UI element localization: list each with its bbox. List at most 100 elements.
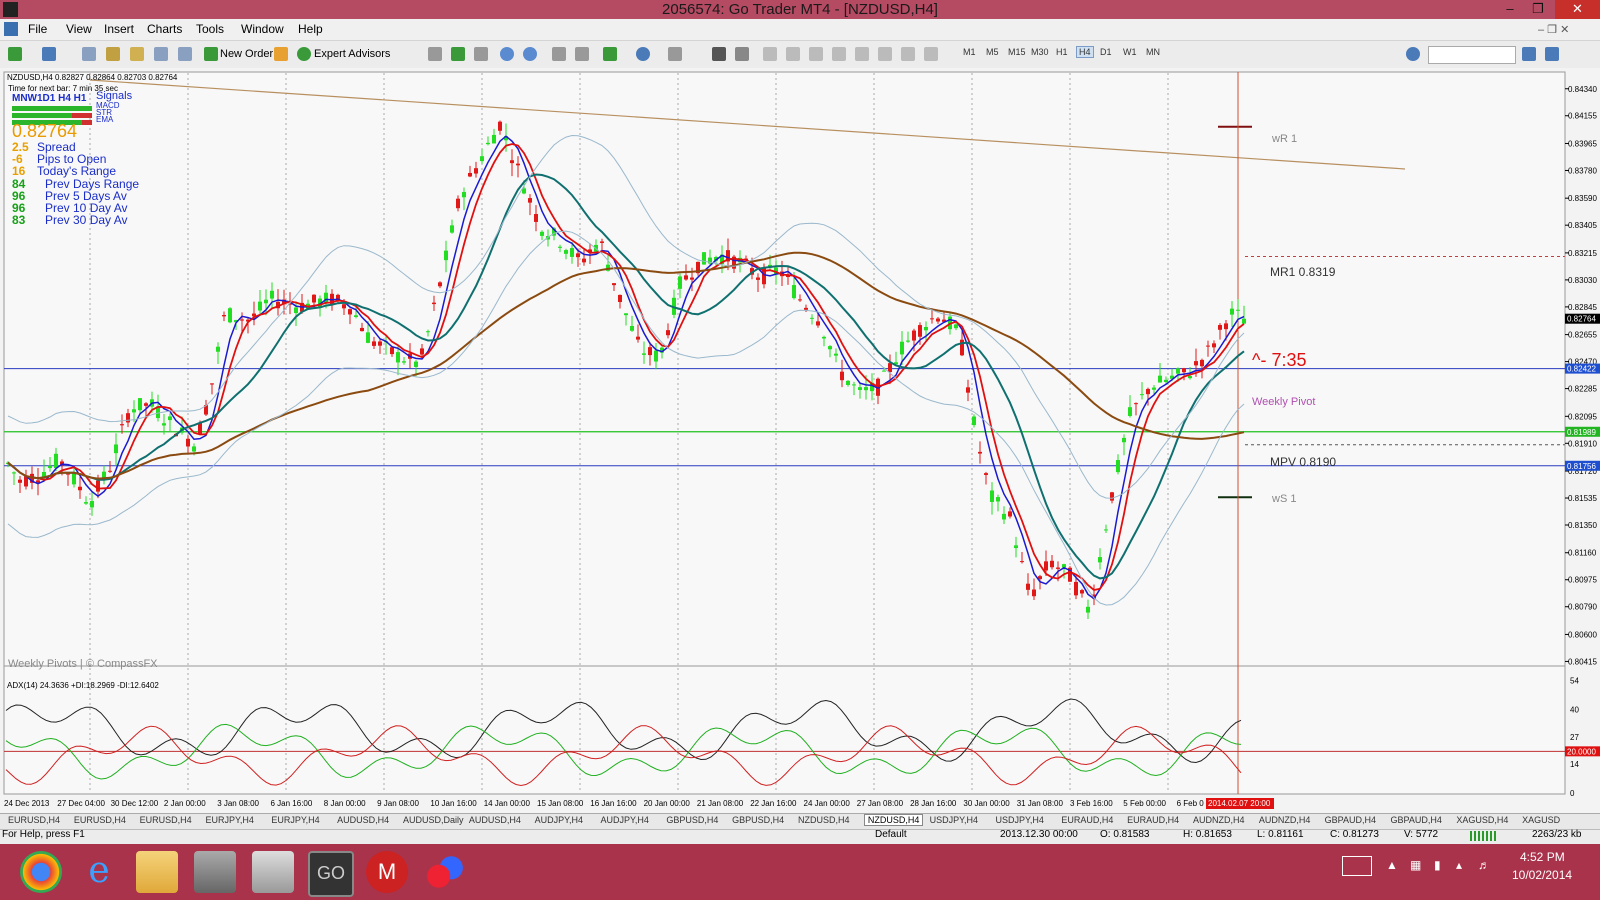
timeframe-m30[interactable]: M30 [1031,47,1049,57]
symbol-tab[interactable]: EURUSD,H4 [140,815,192,825]
symbol-tab[interactable]: AUDNZD,H4 [1259,815,1311,825]
printer-icon[interactable] [194,851,236,893]
new-chart-icon[interactable] [8,47,22,61]
symbol-tab[interactable]: USDJPY,H4 [930,815,978,825]
channel-icon[interactable] [832,47,846,61]
search-icon[interactable] [1522,47,1536,61]
strategy-tester-icon[interactable] [154,47,168,61]
timeframe-m1[interactable]: M1 [963,47,976,57]
text-icon[interactable] [878,47,892,61]
fibonacci-icon[interactable] [855,47,869,61]
folder-icon[interactable] [136,851,178,893]
app-icon[interactable] [424,851,466,893]
search-input[interactable] [1428,46,1516,64]
expert-advisors-icon[interactable] [297,47,311,61]
zoom-out-icon[interactable] [523,47,537,61]
symbol-tab[interactable]: EURUSD,H4 [8,815,60,825]
maximize-button[interactable]: ❐ [1524,0,1552,19]
clock-date[interactable]: 10/02/2014 [1512,868,1572,882]
crosshair-icon[interactable] [735,47,749,61]
expert-advisors-button[interactable]: Expert Advisors [314,46,390,62]
menu-view[interactable]: View [66,22,92,36]
symbol-tab[interactable]: AUDUSD,Daily [403,815,464,825]
timeframe-d1[interactable]: D1 [1100,47,1112,57]
symbol-tab[interactable]: NZDUSD,H4 [863,814,924,826]
symbol-tab[interactable]: GBPAUD,H4 [1391,815,1442,825]
menu-help[interactable]: Help [298,22,323,36]
new-order-button[interactable]: New Order [220,46,273,62]
trendline-icon[interactable] [809,47,823,61]
symbol-tab[interactable]: AUDUSD,H4 [337,815,389,825]
close-button[interactable]: ✕ [1555,0,1600,19]
cursor-icon[interactable] [712,47,726,61]
symbol-tab[interactable]: EURUSD,H4 [74,815,126,825]
horizontal-line-icon[interactable] [786,47,800,61]
minimize-button[interactable]: – [1496,0,1524,19]
navigator-icon[interactable] [106,47,120,61]
symbol-tab[interactable]: AUDNZD,H4 [1193,815,1245,825]
timeframe-w1[interactable]: W1 [1123,47,1137,57]
chrome-icon[interactable] [20,851,62,893]
timeframe-h1[interactable]: H1 [1056,47,1068,57]
symbol-tab[interactable]: GBPUSD,H4 [732,815,784,825]
clock-time[interactable]: 4:52 PM [1520,850,1565,864]
symbol-tab[interactable]: AUDJPY,H4 [535,815,583,825]
settings-icon[interactable] [1406,47,1420,61]
data-window-icon[interactable] [178,47,192,61]
zoom-in-icon[interactable] [500,47,514,61]
menu-window[interactable]: Window [241,22,284,36]
volume-icon[interactable]: ♬ [1478,858,1490,872]
terminal-icon[interactable] [130,47,144,61]
symbol-tab[interactable]: USDJPY,H4 [996,815,1044,825]
network-icon[interactable]: ▦ [1410,858,1421,872]
chat-icon[interactable] [1545,47,1559,61]
symbol-tab[interactable]: EURAUD,H4 [1061,815,1113,825]
go-trader-icon[interactable]: GO [308,851,354,897]
mt-icon[interactable]: M [366,851,408,893]
label-icon[interactable] [901,47,915,61]
metaeditor-icon[interactable] [274,47,288,61]
vertical-line-icon[interactable] [763,47,777,61]
timeframe-h4[interactable]: H4 [1076,46,1094,58]
auto-scroll-icon[interactable] [552,47,566,61]
symbol-tab[interactable]: XAGUSD [1522,815,1560,825]
timeframe-m5[interactable]: M5 [986,47,999,57]
chart-window[interactable]: 0.84340 0.84155 0.83965 0.83780 0.83590 0.834… [0,68,1600,813]
signal-icon[interactable]: ▴ [1456,858,1462,872]
timeframe-mn[interactable]: MN [1146,47,1160,57]
time-axis-label: 30 Dec 12:00 [111,799,159,808]
profiles-icon[interactable] [42,47,56,61]
symbol-tab[interactable]: EURAUD,H4 [1127,815,1179,825]
symbol-tab[interactable]: NZDUSD,H4 [798,815,850,825]
chevron-up-icon[interactable]: ▲ [1386,858,1398,872]
ie-icon[interactable]: e [78,851,120,893]
arrows-icon[interactable] [924,47,938,61]
symbol-tab[interactable]: GBPAUD,H4 [1325,815,1376,825]
price-chart[interactable]: 0.84340 0.84155 0.83965 0.83780 0.83590 0.834… [0,68,1600,813]
menu-insert[interactable]: Insert [104,22,134,36]
symbol-tab[interactable]: AUDJPY,H4 [601,815,649,825]
symbol-tab[interactable]: EURJPY,H4 [271,815,319,825]
chart-shift-icon[interactable] [575,47,589,61]
menu-charts[interactable]: Charts [147,22,182,36]
templates-icon[interactable] [668,47,682,61]
symbol-tab[interactable]: AUDUSD,H4 [469,815,521,825]
calculator-icon[interactable] [252,851,294,893]
mdi-controls[interactable]: – ❐ ✕ [1538,23,1569,36]
periods-icon[interactable] [636,47,650,61]
symbol-tab[interactable]: EURJPY,H4 [206,815,254,825]
candlestick-icon[interactable] [451,47,465,61]
battery-icon[interactable]: ▮ [1434,858,1441,872]
indicators-icon[interactable] [603,47,617,61]
new-order-icon[interactable] [204,47,218,61]
line-chart-icon[interactable] [474,47,488,61]
candle-body [540,231,544,236]
timeframe-m15[interactable]: M15 [1008,47,1026,57]
market-watch-icon[interactable] [82,47,96,61]
menu-tools[interactable]: Tools [196,22,224,36]
bar-chart-icon[interactable] [428,47,442,61]
symbol-tab[interactable]: XAGUSD,H4 [1456,815,1508,825]
symbol-tab[interactable]: GBPUSD,H4 [666,815,718,825]
keyboard-icon[interactable] [1342,856,1372,876]
menu-file[interactable]: File [28,22,47,36]
